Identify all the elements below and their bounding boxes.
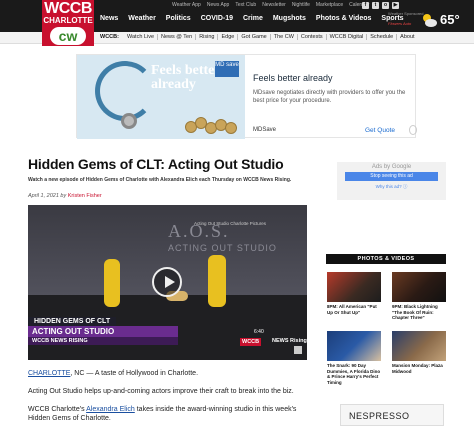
ad-cta-button[interactable]: Get Quote	[365, 127, 395, 134]
utility-link[interactable]: Text Club	[235, 2, 256, 10]
video-program-bug: NEWS Rising	[272, 338, 307, 344]
video-tile[interactable]: 9PM: Black Lightning "The Book Of Ruin: …	[392, 272, 446, 321]
main-nav: News Weather Politics COVID-19 Crime Mug…	[100, 15, 404, 22]
article-paragraph: WCCB Charlotte's Alexandra Elich takes i…	[28, 405, 311, 423]
sub-nav-item[interactable]: About	[397, 34, 417, 40]
video-thumbnail[interactable]	[327, 331, 381, 361]
banner-ad[interactable]: Feels better already MD save Feels bette…	[76, 54, 417, 139]
video-station-bug: WCCB	[240, 338, 262, 346]
stop-seeing-ad-button[interactable]: Stop seeing this ad	[345, 172, 438, 181]
play-button[interactable]	[152, 267, 182, 297]
utility-link[interactable]: Weather App	[172, 2, 201, 10]
article-dek: Watch a new episode of Hidden Gems of Ch…	[28, 177, 292, 183]
video-caption[interactable]: 8PM: All American "Put Up Or Shut Up"	[327, 304, 381, 315]
nav-weather[interactable]: Weather	[128, 15, 156, 22]
paragraph-text: WCCB Charlotte's	[28, 406, 87, 413]
logo-wccb: WCCB	[44, 0, 92, 17]
ad-badge: MD save	[215, 61, 239, 77]
nav-news[interactable]: News	[100, 15, 118, 22]
sub-nav-item[interactable]: Watch Live	[124, 34, 159, 40]
utility-links: Weather App News App Text Club Newslette…	[172, 2, 369, 10]
sub-nav-label: WCCB:	[100, 34, 119, 40]
video-thumbnail[interactable]	[392, 331, 446, 361]
info-icon: ⓘ	[402, 184, 408, 189]
video-wall-subtitle: ACTING OUT STUDIO	[168, 243, 277, 253]
stethoscope-icon	[95, 61, 155, 121]
google-ad-notice: Ads by Google Stop seeing this ad Why th…	[337, 162, 446, 200]
instagram-icon[interactable]: o	[382, 2, 389, 9]
video-chyron-title: ACTING OUT STUDIO	[28, 326, 178, 337]
utility-link[interactable]: Newsletter	[262, 2, 286, 10]
video-thumbnail[interactable]	[392, 272, 446, 302]
ad-headline[interactable]: Feels better already	[253, 73, 333, 83]
nav-photos-videos[interactable]: Photos & Videos	[316, 15, 372, 22]
utility-link[interactable]: Marketplace	[316, 2, 343, 10]
sidebar: Ads by Google Stop seeing this ad Why th…	[337, 162, 446, 200]
video-wall-logo: A.O.S.	[168, 221, 230, 241]
volume-icon[interactable]	[294, 346, 302, 354]
video-caption[interactable]: Mansion Monday: Plaza Midwood	[392, 363, 446, 374]
article-paragraph: Acting Out Studio helps up-and-coming ac…	[28, 388, 294, 395]
stethoscope-chestpiece	[121, 113, 137, 129]
chevron-right-icon[interactable]	[409, 125, 417, 135]
logo-cw: cw	[50, 27, 86, 45]
article-title: Hidden Gems of CLT: Acting Out Studio	[28, 156, 284, 172]
video-player[interactable]: Acting Out Studio Charlotte Pictures A.O…	[28, 205, 307, 360]
dateline-link[interactable]: CHARLOTTE	[28, 370, 70, 377]
article: Hidden Gems of CLT: Acting Out Studio Wa…	[28, 156, 311, 423]
sub-nav-item[interactable]: News @ Ten	[158, 34, 197, 40]
video-tile[interactable]: 8PM: All American "Put Up Or Shut Up"	[327, 272, 381, 315]
ad-body: MDsave negotiates directly with provider…	[253, 90, 406, 104]
partly-cloudy-icon[interactable]	[420, 12, 438, 28]
ad-brand: MDSave	[253, 127, 277, 133]
utility-link[interactable]: News App	[207, 2, 230, 10]
paragraph-text: , NC — A taste of Hollywood in Charlotte…	[70, 370, 199, 377]
sub-nav-item[interactable]: Schedule	[367, 34, 398, 40]
coins-image	[185, 117, 241, 135]
station-logo[interactable]: WCCB CHARLOTTE cw	[42, 0, 94, 46]
photos-videos-heading: PHOTOS & VIDEOS	[326, 254, 446, 264]
box-ad-brand: NESPRESSO	[349, 411, 410, 421]
sub-nav-item[interactable]: Got Game	[238, 34, 271, 40]
ads-by-google: Ads by Google	[371, 164, 412, 170]
article-date: April 1, 2021 by	[28, 193, 67, 199]
logo-charlotte: CHARLOTTE	[43, 16, 93, 25]
youtube-icon[interactable]: ▶	[392, 2, 399, 9]
video-thumbnail[interactable]	[327, 272, 381, 302]
video-caption[interactable]: The Snark: 90 Day Dummies, A Florida Din…	[327, 363, 381, 385]
video-tile[interactable]: The Snark: 90 Day Dummies, A Florida Din…	[327, 331, 381, 385]
social-links: f t o ▶	[362, 2, 399, 9]
reporter-link[interactable]: Alexandra Elich	[86, 406, 135, 413]
video-caption[interactable]: 9PM: Black Lightning "The Book Of Ruin: …	[392, 304, 446, 321]
nav-mugshots[interactable]: Mugshots	[273, 15, 306, 22]
article-author[interactable]: Kristen Fisher	[68, 193, 102, 199]
video-chyron-show: HIDDEN GEMS OF CLT	[28, 317, 117, 326]
nav-politics[interactable]: Politics	[166, 15, 191, 22]
why-this-ad-link[interactable]: Why this ad? ⓘ	[345, 183, 438, 191]
sub-nav-item[interactable]: Rising	[196, 34, 219, 40]
box-ad[interactable]: NESPRESSO	[340, 404, 444, 426]
facebook-icon[interactable]: f	[362, 2, 369, 9]
current-temperature[interactable]: 65°	[440, 12, 460, 27]
nav-crime[interactable]: Crime	[243, 15, 263, 22]
video-tile[interactable]: Mansion Monday: Plaza Midwood	[392, 331, 446, 374]
child-figure	[104, 259, 120, 307]
video-timestamp: 6:40	[254, 329, 264, 335]
sub-nav-item[interactable]: WCCB Digital	[327, 34, 368, 40]
sub-nav-item[interactable]: Edge	[218, 34, 239, 40]
sub-nav-item[interactable]: Contests	[298, 34, 327, 40]
nav-covid[interactable]: COVID-19	[201, 15, 233, 22]
ad-image[interactable]: Feels better already MD save	[77, 55, 245, 139]
twitter-icon[interactable]: t	[372, 2, 379, 9]
utility-link[interactable]: Nightlife	[292, 2, 310, 10]
article-meta: April 1, 2021 by Kristen Fisher	[28, 193, 311, 199]
child-figure	[208, 255, 226, 307]
video-chyron-program: WCCB NEWS RISING	[28, 337, 178, 345]
article-paragraph: CHARLOTTE, NC — A taste of Hollywood in …	[28, 369, 311, 378]
sub-nav-item[interactable]: The CW	[271, 34, 298, 40]
